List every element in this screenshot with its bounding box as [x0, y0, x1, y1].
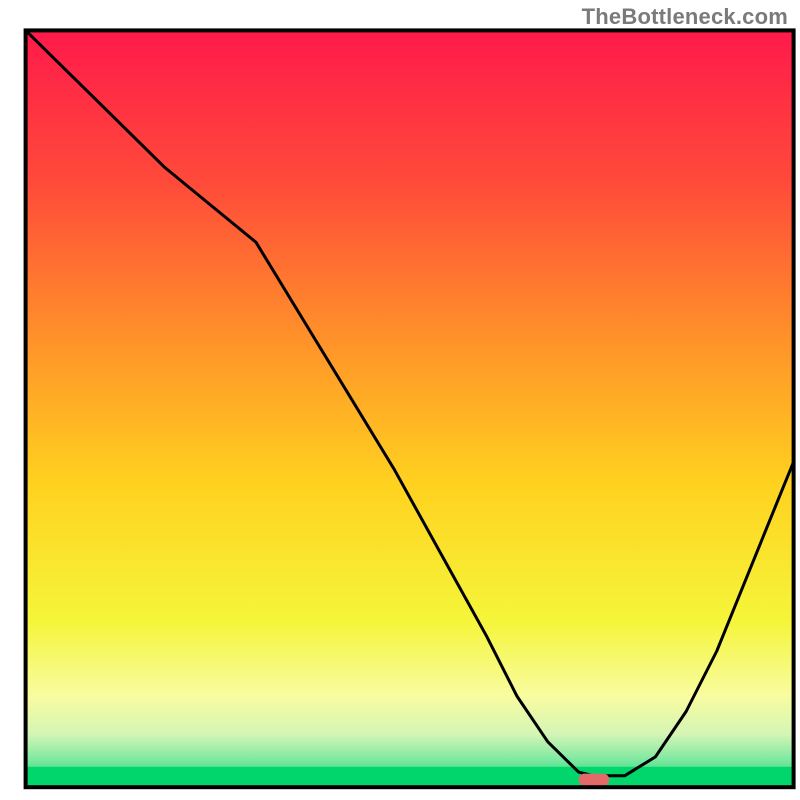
bottleneck-chart — [0, 0, 800, 800]
bottom-green-band — [26, 767, 794, 787]
plot-area — [26, 30, 794, 787]
optimal-marker — [579, 774, 610, 786]
